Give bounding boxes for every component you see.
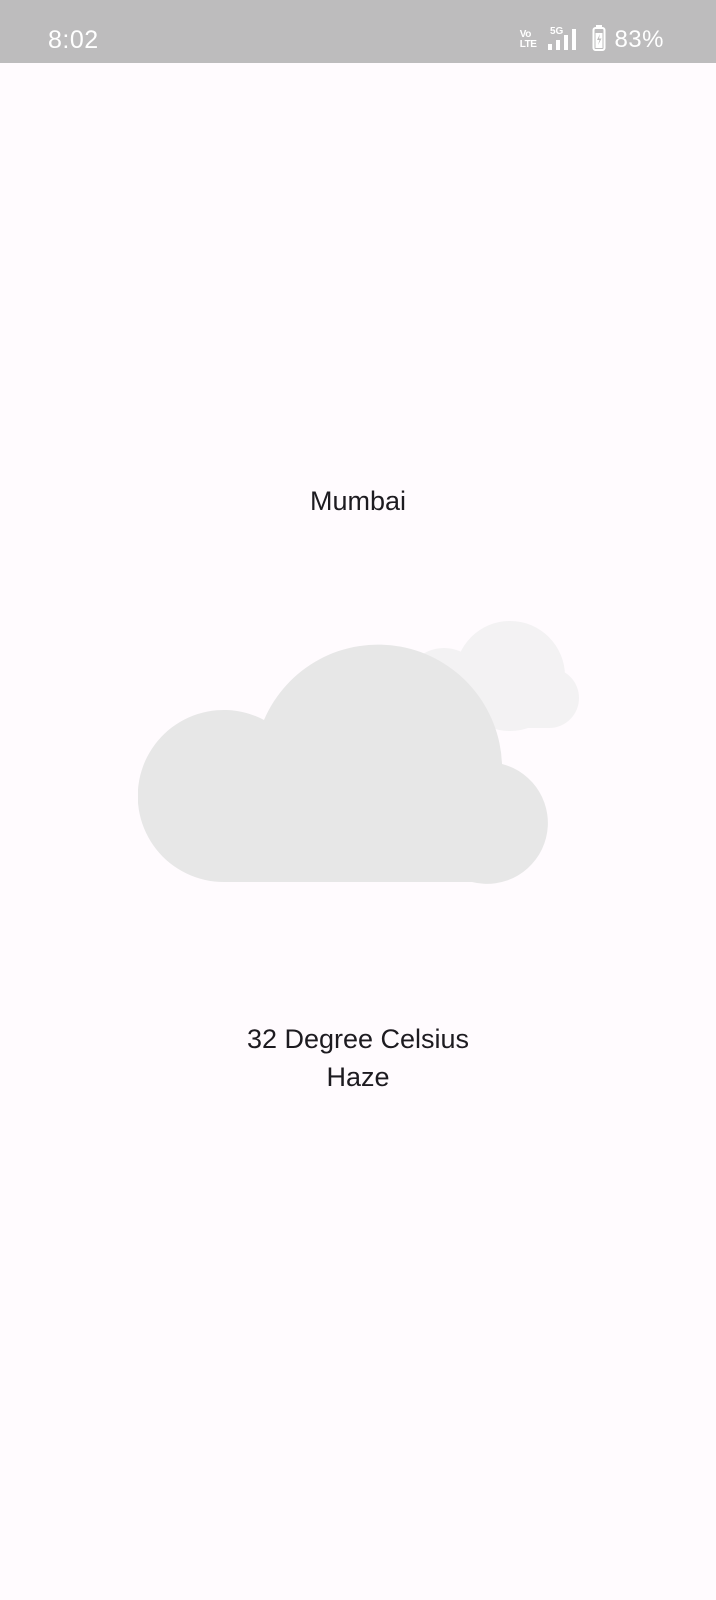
status-time: 8:02	[48, 26, 99, 54]
city-name: Mumbai	[309, 486, 407, 516]
weather-condition: Haze	[326, 1062, 390, 1092]
network-label: 5G	[550, 26, 564, 37]
status-bar: 8:02 Vo LTE 5G 83%	[0, 0, 716, 63]
battery-charging-icon	[592, 24, 606, 57]
cloudy-icon	[137, 614, 582, 891]
volte-icon: Vo LTE	[520, 30, 537, 50]
volte-bottom-label: LTE	[519, 39, 537, 50]
status-icons: Vo LTE 5G 83%	[520, 24, 664, 56]
battery-percentage: 83%	[614, 26, 664, 53]
signal-5g-icon: 5G	[544, 24, 584, 57]
temperature-text: 32 Degree Celsius	[246, 1024, 470, 1054]
